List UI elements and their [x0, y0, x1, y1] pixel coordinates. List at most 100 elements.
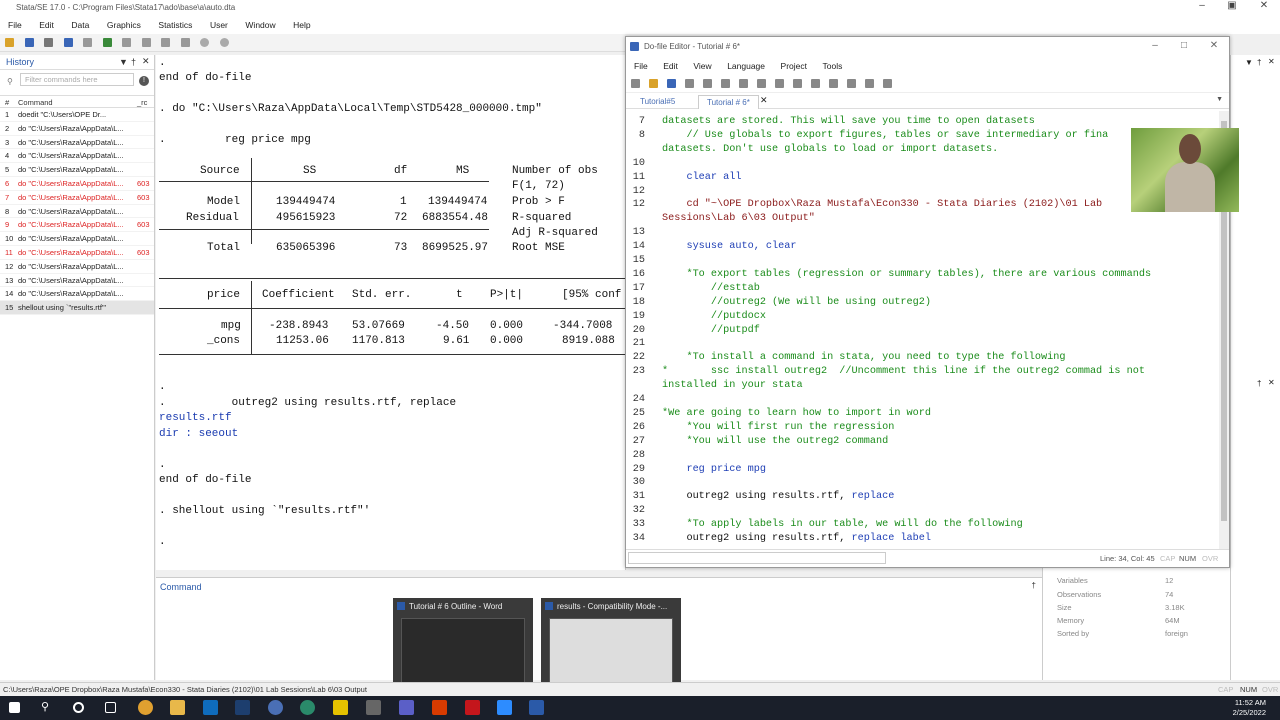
code-line[interactable]: 32 — [626, 505, 1221, 519]
menu-graphics[interactable]: Graphics — [99, 17, 148, 30]
menu-user[interactable]: User — [202, 17, 235, 30]
restore-button[interactable]: ▣ — [1216, 0, 1248, 17]
code-line[interactable]: Sessions\Lab 6\03 Output" — [626, 213, 1221, 227]
new-icon[interactable] — [631, 79, 640, 88]
history-row[interactable]: 7 do "C:\Users\Raza\AppData\L... 603 — [0, 191, 154, 205]
viewer-icon[interactable] — [83, 38, 93, 47]
editor-menu-file[interactable]: File — [626, 57, 653, 71]
zoom-icon[interactable] — [497, 700, 512, 715]
code-line[interactable]: 15 — [626, 255, 1221, 269]
code-line[interactable]: 13 — [626, 227, 1221, 241]
history-filter-input[interactable]: Filter commands here — [20, 73, 134, 86]
print-icon[interactable] — [685, 79, 694, 88]
code-line[interactable]: 20 //putpdf — [626, 325, 1221, 339]
history-row[interactable]: 2 do "C:\Users\Raza\AppData\L... — [0, 122, 154, 136]
code-line[interactable]: 14 sysuse auto, clear — [626, 241, 1221, 255]
pin-icon[interactable]: † — [1257, 58, 1261, 67]
word-preview-outline[interactable]: Tutorial # 6 Outline - Word — [393, 598, 533, 693]
office-icon[interactable] — [432, 700, 447, 715]
history-row[interactable]: 4 do "C:\Users\Raza\AppData\L... — [0, 149, 154, 164]
menu-help[interactable]: Help — [285, 17, 317, 30]
file-explorer-icon[interactable] — [170, 700, 185, 715]
word-preview-results[interactable]: results - Compatibility Mode -... — [541, 598, 681, 693]
bookmark-icon[interactable] — [811, 79, 820, 88]
outlook-icon[interactable] — [203, 700, 218, 715]
graph-icon[interactable] — [102, 38, 112, 47]
code-line[interactable]: 31 outreg2 using results.rtf, replace — [626, 491, 1221, 505]
bookmark-next-icon[interactable] — [847, 79, 856, 88]
code-line[interactable]: 29 reg price mpg — [626, 464, 1221, 478]
code-line[interactable]: 18 //outreg2 (We will be using outreg2) — [626, 297, 1221, 311]
word-icon[interactable] — [529, 700, 544, 715]
copy-icon[interactable] — [739, 79, 748, 88]
variables-manager-icon[interactable] — [180, 38, 190, 47]
data-browser-icon[interactable] — [161, 38, 171, 47]
code-line[interactable]: 28 — [626, 450, 1221, 464]
code-line[interactable]: 16 *To export tables (regression or summ… — [626, 269, 1221, 283]
search-icon[interactable]: ⚲ — [41, 700, 56, 715]
menu-statistics[interactable]: Statistics — [150, 17, 199, 30]
code-line[interactable]: 25 *We are going to learn how to import i… — [626, 408, 1221, 422]
history-row[interactable]: 1 doedit "C:\Users\OPE Dr... — [0, 108, 154, 122]
history-row[interactable]: 12 do "C:\Users\Raza\AppData\L... — [0, 260, 154, 274]
history-row[interactable]: 5 do "C:\Users\Raza\AppData\L... — [0, 163, 154, 177]
tab-tutorial6[interactable]: Tutorial # 6* — [698, 95, 759, 109]
teams-icon[interactable] — [399, 700, 414, 715]
minimize-button[interactable]: – — [1141, 40, 1169, 51]
execute-icon[interactable] — [883, 79, 892, 88]
history-row[interactable]: 10 do "C:\Users\Raza\AppData\L... — [0, 232, 154, 246]
menu-edit[interactable]: Edit — [31, 17, 61, 30]
pin-icon[interactable]: † — [1032, 581, 1036, 590]
more-icon[interactable] — [200, 38, 210, 47]
task-view-icon[interactable] — [105, 702, 116, 713]
history-row[interactable]: 9 do "C:\Users\Raza\AppData\L... 603 — [0, 218, 154, 233]
code-line[interactable]: 21 — [626, 338, 1221, 352]
history-row[interactable]: 11 do "C:\Users\Raza\AppData\L... 603 — [0, 246, 154, 260]
maximize-button[interactable]: □ — [1170, 40, 1198, 51]
data-editor-icon[interactable] — [141, 38, 151, 47]
redo-icon[interactable] — [793, 79, 802, 88]
chevron-down-icon[interactable]: ▼ — [1216, 96, 1223, 103]
code-line[interactable]: 19 //putdocx — [626, 311, 1221, 325]
log-icon[interactable] — [63, 38, 73, 47]
code-line[interactable]: 34 outreg2 using results.rtf, replace la… — [626, 533, 1221, 547]
do-file-editor-icon[interactable] — [122, 38, 132, 47]
seeout-link[interactable]: dir : seeout — [159, 428, 238, 440]
history-row[interactable]: 6 do "C:\Users\Raza\AppData\L... 603 — [0, 177, 154, 191]
history-row[interactable]: 14 do "C:\Users\Raza\AppData\L... — [0, 287, 154, 302]
code-line[interactable]: 27 *You will use the outreg2 command — [626, 436, 1221, 450]
filter-icon[interactable]: ▼ — [1245, 58, 1253, 67]
code-line[interactable]: 17 //esttab — [626, 283, 1221, 297]
history-row[interactable]: 8 do "C:\Users\Raza\AppData\L... — [0, 205, 154, 219]
pin-icon[interactable]: † — [1257, 379, 1261, 388]
save-icon[interactable] — [24, 38, 34, 47]
code-line[interactable]: 30 — [626, 477, 1221, 491]
print-icon[interactable] — [44, 38, 54, 47]
editor-menu-edit[interactable]: Edit — [655, 57, 683, 71]
results-link[interactable]: results.rtf — [159, 412, 232, 424]
selection-dropdown[interactable] — [628, 552, 886, 564]
close-button[interactable]: ✕ — [1200, 40, 1228, 51]
code-line[interactable]: installed in your stata — [626, 380, 1221, 394]
bookmark-prev-icon[interactable] — [829, 79, 838, 88]
calculator-icon[interactable] — [366, 700, 381, 715]
close-tab-icon[interactable]: ✕ — [760, 95, 768, 106]
save-icon[interactable] — [667, 79, 676, 88]
filter-icon[interactable]: ▼ — [119, 57, 128, 67]
code-line[interactable]: 26 *You will first run the regression — [626, 422, 1221, 436]
column-command[interactable]: Command — [18, 98, 53, 107]
menu-window[interactable]: Window — [237, 17, 282, 30]
history-row[interactable]: 15 shellout using `"results.rtf"' — [0, 301, 154, 315]
history-row[interactable]: 13 do "C:\Users\Raza\AppData\L... — [0, 274, 154, 288]
cut-icon[interactable] — [721, 79, 730, 88]
editor-menu-language[interactable]: Language — [719, 57, 770, 71]
close-icon[interactable]: ✕ — [142, 56, 150, 67]
history-row[interactable]: 3 do "C:\Users\Raza\AppData\L... — [0, 136, 154, 150]
find-icon[interactable] — [703, 79, 712, 88]
notes-icon[interactable] — [333, 700, 348, 715]
undo-icon[interactable] — [775, 79, 784, 88]
code-line[interactable]: 24 — [626, 394, 1221, 408]
code-line[interactable]: 22 *To install a command in stata, you n… — [626, 352, 1221, 366]
pdf-icon[interactable] — [465, 700, 480, 715]
menu-data[interactable]: Data — [63, 17, 96, 30]
